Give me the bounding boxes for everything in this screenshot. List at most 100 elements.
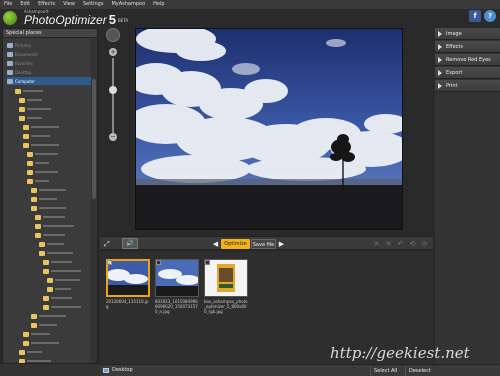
- tree-item[interactable]: [23, 330, 50, 338]
- tree-item[interactable]: [19, 96, 42, 104]
- export-button[interactable]: Export: [435, 67, 500, 79]
- app-name: PhotoOptimizer: [24, 13, 107, 27]
- thumbnail-checkbox[interactable]: ✓: [107, 260, 112, 265]
- tree-item[interactable]: [35, 213, 65, 221]
- folder-icon: [23, 124, 29, 130]
- tree-item[interactable]: [15, 87, 43, 95]
- facebook-icon[interactable]: f: [469, 10, 481, 22]
- thumbnail-item[interactable]: 601923_10150849966096620_1500731570_n.jp…: [155, 259, 199, 323]
- print-button[interactable]: Print: [435, 80, 500, 92]
- deselect-button[interactable]: Deselect: [405, 366, 434, 376]
- folder-icon: [31, 322, 37, 328]
- menu-help[interactable]: Help: [149, 0, 168, 9]
- folder-icon: [39, 241, 45, 247]
- speaker-button[interactable]: 🔊: [122, 238, 138, 249]
- tree-item-label-placeholder: [35, 180, 49, 182]
- expand-icon[interactable]: ⤢: [104, 240, 110, 249]
- tree-item[interactable]: [19, 357, 51, 363]
- next-button[interactable]: ▶: [277, 239, 286, 249]
- tree-item[interactable]: [27, 168, 58, 176]
- folder-icon: [23, 331, 29, 337]
- tree-item[interactable]: [23, 132, 50, 140]
- tree-item[interactable]: [43, 267, 81, 275]
- thumbnail-image: [106, 259, 150, 297]
- folder-icon: [19, 358, 25, 363]
- thumbnail-checkbox[interactable]: [156, 260, 161, 265]
- tree-item[interactable]: [19, 105, 51, 113]
- tree-item[interactable]: [35, 222, 74, 230]
- tree-item[interactable]: [19, 348, 42, 356]
- tree-item[interactable]: [27, 150, 58, 158]
- top-icons: f ?: [469, 10, 496, 22]
- tree-item[interactable]: Favorites: [7, 59, 91, 67]
- tree-item[interactable]: [31, 312, 66, 320]
- tree-item[interactable]: [23, 123, 59, 131]
- thumbnail-item[interactable]: box_ashampoo_photo_optimizer_5_800x800_r…: [204, 259, 248, 323]
- folder-icon: [43, 268, 49, 274]
- zoom-slider-track[interactable]: [112, 58, 114, 133]
- remove-red-eyes-button[interactable]: Remove Red Eyes: [435, 54, 500, 66]
- folder-tree: Pictures Documents Favorites Desktop Compute…: [3, 39, 91, 363]
- folder-icon: [35, 232, 41, 238]
- effects-label: Effects: [446, 43, 463, 50]
- delete-all-icon[interactable]: ✕: [384, 239, 393, 249]
- speaker-icon: 🔊: [126, 240, 134, 247]
- menu-file[interactable]: File: [0, 0, 16, 9]
- previous-button[interactable]: ◀: [211, 239, 220, 249]
- tree-item[interactable]: [31, 204, 66, 212]
- thumbnail-item[interactable]: ✓ 20120604_135116.jpg: [106, 259, 150, 323]
- print-label: Print: [446, 82, 458, 89]
- tree-item[interactable]: [31, 195, 57, 203]
- tree-item[interactable]: [19, 114, 42, 122]
- tree-item[interactable]: [27, 177, 49, 185]
- tree-item[interactable]: [31, 321, 57, 329]
- tree-item-label-placeholder: [35, 162, 49, 164]
- menu-effects[interactable]: Effects: [34, 0, 59, 9]
- arrow-right-icon: [438, 82, 442, 89]
- scrollbar-thumb[interactable]: [92, 79, 96, 199]
- save-file-button[interactable]: Save file: [251, 239, 276, 249]
- zoom-slider-thumb[interactable]: [109, 86, 117, 94]
- tree-item[interactable]: [35, 231, 65, 239]
- tree-item[interactable]: [43, 294, 72, 302]
- menu-view[interactable]: View: [59, 0, 79, 9]
- tree-item[interactable]: [23, 339, 59, 347]
- tree-item[interactable]: [47, 276, 80, 284]
- location-dropdown[interactable]: Desktop: [103, 367, 133, 373]
- folder-icon: [15, 88, 21, 94]
- tree-item-label-placeholder: [31, 135, 50, 137]
- tree-item[interactable]: [23, 141, 59, 149]
- thumbnail-checkbox[interactable]: [205, 260, 210, 265]
- delete-icon[interactable]: ✕: [372, 239, 381, 249]
- rotate-left-icon[interactable]: ⟲: [408, 239, 417, 249]
- zoom-in-button[interactable]: +: [109, 48, 117, 56]
- undo-icon[interactable]: ↶: [396, 239, 405, 249]
- rotate-right-icon[interactable]: ⟳: [420, 239, 429, 249]
- optimize-button[interactable]: Optimize: [221, 239, 250, 249]
- tree-item[interactable]: Desktop: [7, 68, 91, 76]
- tree-item-label-placeholder: [39, 315, 66, 317]
- menu-myashampoo[interactable]: MyAshampoo: [107, 0, 149, 9]
- image-button[interactable]: Image: [435, 28, 500, 40]
- tree-item[interactable]: [43, 258, 72, 266]
- tree-item[interactable]: [47, 285, 71, 293]
- thumbnail-caption: 601923_10150849966096620_1500731570_n.jp…: [155, 299, 198, 314]
- tree-item[interactable]: [43, 303, 81, 311]
- tree-item[interactable]: Pictures: [7, 41, 91, 49]
- tree-item-label: Pictures: [15, 42, 31, 48]
- effects-button[interactable]: Effects: [435, 41, 500, 53]
- tree-item[interactable]: Computer: [7, 77, 91, 85]
- menu-edit[interactable]: Edit: [16, 0, 34, 9]
- zoom-fit-button[interactable]: [106, 28, 120, 42]
- tree-item[interactable]: Documents: [7, 50, 91, 58]
- select-all-button[interactable]: Select All: [370, 366, 400, 376]
- tree-scrollbar[interactable]: [91, 39, 97, 363]
- tree-item[interactable]: [39, 249, 73, 257]
- tree-item[interactable]: [31, 186, 66, 194]
- tree-item[interactable]: [39, 240, 64, 248]
- menu-settings[interactable]: Settings: [79, 0, 108, 9]
- tree-item[interactable]: [27, 159, 49, 167]
- folder-icon: [47, 286, 53, 292]
- zoom-out-button[interactable]: −: [109, 133, 117, 141]
- help-icon[interactable]: ?: [484, 10, 496, 22]
